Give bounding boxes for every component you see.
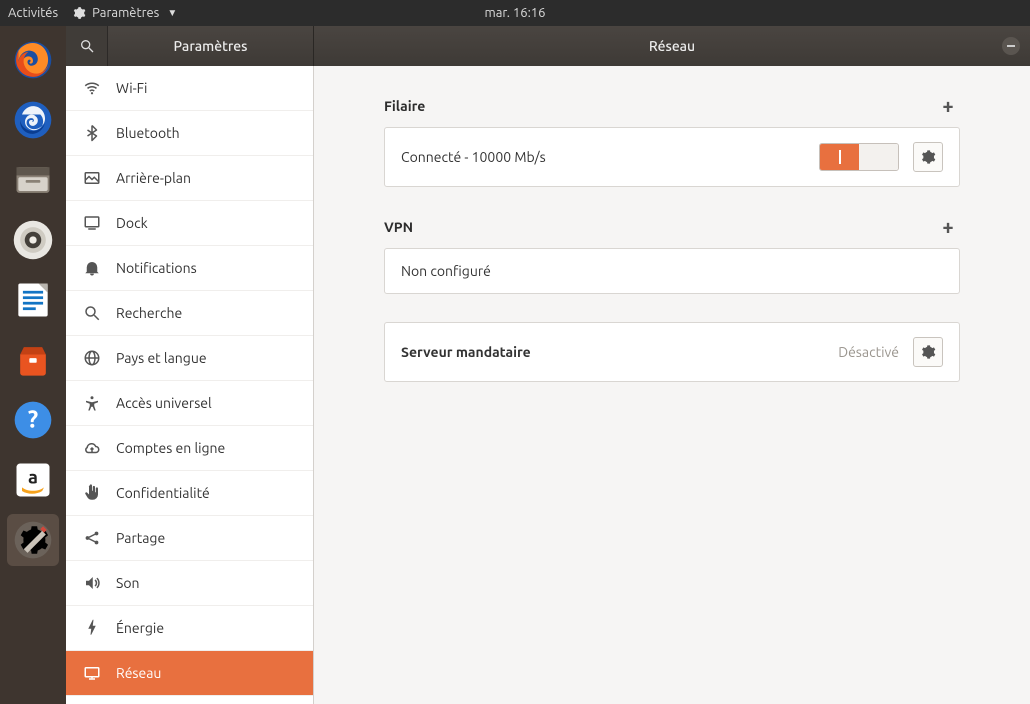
search-icon: [82, 303, 102, 323]
dock-libreoffice-writer[interactable]: [7, 274, 59, 326]
search-button[interactable]: [66, 26, 108, 66]
share-icon: [82, 528, 102, 548]
sidebar-item-label: Arrière-plan: [116, 170, 191, 186]
sidebar-item-bluetooth[interactable]: Bluetooth: [66, 111, 313, 156]
sidebar-item-notifications[interactable]: Notifications: [66, 246, 313, 291]
bell-icon: [82, 258, 102, 278]
network-icon: [82, 663, 102, 683]
sidebar-item-background[interactable]: Arrière-plan: [66, 156, 313, 201]
vpn-row: Non configuré: [385, 249, 959, 293]
vpn-status: Non configuré: [401, 263, 943, 279]
app-menu-label: Paramètres: [92, 6, 159, 20]
sidebar-item-sharing[interactable]: Partage: [66, 516, 313, 561]
sidebar-item-privacy[interactable]: Confidentialité: [66, 471, 313, 516]
dock: ? a: [0, 26, 66, 704]
settings-sidebar: Wi-Fi Bluetooth Arrière-plan Dock Notifi…: [66, 66, 314, 704]
sound-icon: [82, 573, 102, 593]
sidebar-item-search[interactable]: Recherche: [66, 291, 313, 336]
dock-settings[interactable]: [7, 514, 59, 566]
wifi-icon: [82, 78, 102, 98]
clock[interactable]: mar. 16:16: [485, 6, 546, 20]
dock-software[interactable]: [7, 334, 59, 386]
top-panel: Activités Paramètres ▼ mar. 16:16: [0, 0, 1030, 26]
sidebar-item-label: Confidentialité: [116, 485, 210, 501]
sidebar-item-network[interactable]: Réseau: [66, 651, 313, 696]
sidebar-item-label: Comptes en ligne: [116, 440, 225, 456]
accessibility-icon: [82, 393, 102, 413]
bluetooth-icon: [82, 123, 102, 143]
headerbar-main: Réseau: [314, 26, 1030, 66]
proxy-card: Serveur mandataire Désactivé: [384, 322, 960, 382]
dock-help[interactable]: ?: [7, 394, 59, 446]
vpn-card: Non configuré: [384, 248, 960, 294]
sidebar-item-label: Bluetooth: [116, 125, 180, 141]
sidebar-item-label: Réseau: [116, 665, 161, 681]
vpn-title: VPN: [384, 219, 413, 235]
dock-amazon[interactable]: a: [7, 454, 59, 506]
proxy-row: Serveur mandataire Désactivé: [385, 323, 959, 381]
wired-header: Filaire +: [384, 94, 960, 117]
headerbar: Paramètres Réseau: [66, 26, 1030, 66]
toggle-off-side: [859, 144, 898, 170]
wired-status: Connecté - 10000 Mb/s: [401, 149, 805, 165]
sidebar-item-label: Wi-Fi: [116, 80, 147, 96]
dock-files[interactable]: [7, 154, 59, 206]
caret-down-icon: ▼: [167, 7, 177, 19]
dock-rhythmbox[interactable]: [7, 214, 59, 266]
sidebar-item-region[interactable]: Pays et langue: [66, 336, 313, 381]
sidebar-item-online-accounts[interactable]: Comptes en ligne: [66, 426, 313, 471]
sidebar-item-label: Énergie: [116, 620, 164, 636]
dock-thunderbird[interactable]: [7, 94, 59, 146]
dock-firefox[interactable]: [7, 34, 59, 86]
sidebar-item-label: Dock: [116, 215, 148, 231]
sidebar-item-dock[interactable]: Dock: [66, 201, 313, 246]
minimize-button[interactable]: [1002, 37, 1020, 55]
sidebar-item-label: Accès universel: [116, 395, 212, 411]
sidebar-item-label: Recherche: [116, 305, 182, 321]
wired-settings-button[interactable]: [913, 142, 943, 172]
gear-icon: [920, 344, 936, 360]
cloud-icon: [82, 438, 102, 458]
toggle-on-side: [820, 144, 859, 170]
proxy-status: Désactivé: [838, 344, 899, 360]
sidebar-item-sound[interactable]: Son: [66, 561, 313, 606]
network-pane: Filaire + Connecté - 10000 Mb/s VPN: [314, 66, 1030, 704]
sidebar-item-label: Son: [116, 575, 140, 591]
sidebar-item-devices[interactable]: Périphériques: [66, 696, 313, 704]
power-icon: [82, 618, 102, 638]
globe-icon: [82, 348, 102, 368]
svg-text:?: ?: [28, 405, 38, 432]
activities-button[interactable]: Activités: [8, 6, 58, 20]
headerbar-sidebar: Paramètres: [66, 26, 314, 66]
proxy-settings-button[interactable]: [913, 337, 943, 367]
wired-row: Connecté - 10000 Mb/s: [385, 128, 959, 186]
wired-card: Connecté - 10000 Mb/s: [384, 127, 960, 187]
sidebar-item-universal-access[interactable]: Accès universel: [66, 381, 313, 426]
sidebar-item-label: Pays et langue: [116, 350, 207, 366]
settings-window: Paramètres Réseau Wi-Fi Bluetooth Arrièr…: [66, 26, 1030, 704]
vpn-header: VPN +: [384, 215, 960, 238]
add-wired-button[interactable]: +: [936, 94, 960, 117]
sidebar-item-power[interactable]: Énergie: [66, 606, 313, 651]
app-menu[interactable]: Paramètres ▼: [72, 6, 177, 20]
gear-icon: [72, 6, 86, 20]
add-vpn-button[interactable]: +: [936, 215, 960, 238]
sidebar-title: Paramètres: [108, 38, 313, 54]
background-icon: [82, 168, 102, 188]
wired-title: Filaire: [384, 98, 425, 114]
gear-icon: [920, 149, 936, 165]
search-icon: [79, 38, 95, 54]
page-title: Réseau: [649, 38, 695, 54]
sidebar-item-label: Notifications: [116, 260, 197, 276]
proxy-title: Serveur mandataire: [401, 344, 824, 360]
svg-text:a: a: [28, 468, 38, 488]
dock-icon: [82, 213, 102, 233]
wired-toggle[interactable]: [819, 143, 899, 171]
sidebar-item-label: Partage: [116, 530, 165, 546]
sidebar-item-wifi[interactable]: Wi-Fi: [66, 66, 313, 111]
hand-icon: [82, 483, 102, 503]
